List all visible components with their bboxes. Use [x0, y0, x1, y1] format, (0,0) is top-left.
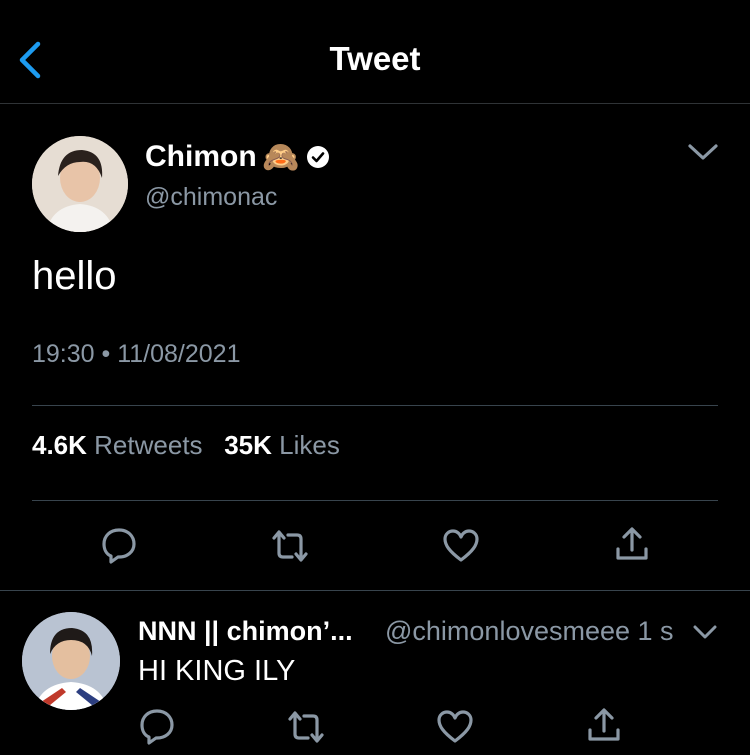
reply-author-handle[interactable]: @chimonlovesmeee 1 s [385, 616, 674, 647]
reply-icon[interactable] [137, 706, 177, 746]
author-handle[interactable]: @chimonac [145, 183, 277, 212]
share-icon[interactable] [584, 705, 624, 745]
heart-icon[interactable] [441, 526, 481, 566]
divider [0, 590, 750, 591]
chevron-down-icon[interactable] [686, 139, 720, 165]
page-title: Tweet [329, 40, 421, 77]
likes-label: Likes [279, 430, 340, 460]
retweets-stat[interactable]: 4.6K Retweets [32, 430, 203, 460]
heart-icon[interactable] [435, 707, 475, 747]
retweet-icon[interactable] [270, 526, 310, 566]
reply-text: HI KING ILY [138, 655, 296, 687]
reply-author-name[interactable]: NNN || chimon’... [138, 616, 353, 647]
author-name[interactable]: Chimon [145, 140, 257, 174]
chevron-down-icon[interactable] [691, 621, 719, 643]
verified-badge-icon [307, 146, 329, 168]
tweet-text: hello [32, 254, 117, 298]
retweet-icon[interactable] [286, 707, 326, 747]
retweets-count: 4.6K [32, 430, 87, 460]
engagement-stats: 4.6K Retweets 35K Likes [32, 430, 340, 461]
reply-author-avatar[interactable] [22, 612, 120, 710]
share-icon[interactable] [612, 524, 652, 564]
tweet-timestamp: 19:30 • 11/08/2021 [32, 340, 241, 368]
divider [32, 405, 718, 406]
likes-stat[interactable]: 35K Likes [224, 430, 340, 460]
author-avatar[interactable] [32, 136, 128, 232]
retweets-label: Retweets [94, 430, 203, 460]
see-no-evil-monkey-emoji: 🙈 [262, 141, 300, 174]
likes-count: 35K [224, 430, 272, 460]
divider [32, 500, 718, 501]
reply-icon[interactable] [99, 525, 139, 565]
